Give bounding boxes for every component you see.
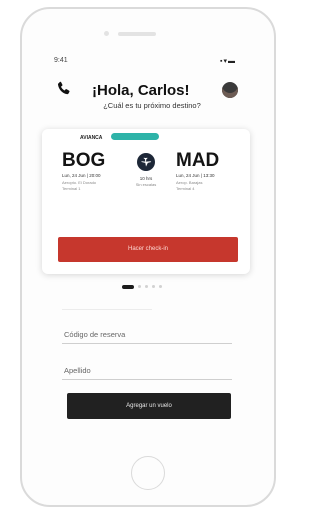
status-icons: ▪▾▬ — [220, 58, 236, 65]
status-time: 9:41 — [54, 57, 68, 64]
avatar[interactable] — [222, 82, 238, 98]
lastname-field[interactable]: Apellido — [64, 366, 91, 375]
checkin-button[interactable]: Hacer check-in — [58, 237, 238, 262]
lastname-underline — [62, 379, 232, 380]
front-camera — [104, 31, 109, 36]
carousel-dot-3[interactable] — [145, 285, 148, 288]
speaker-grille — [118, 32, 156, 36]
carousel-dot-5[interactable] — [159, 285, 162, 288]
reservation-code-field[interactable]: Código de reserva — [64, 330, 125, 339]
origin-code: BOG — [62, 150, 106, 171]
origin-terminal: Terminal 1 — [62, 186, 81, 191]
home-button[interactable] — [131, 456, 165, 490]
destination-airport: Aerop. Barajas — [176, 180, 203, 185]
status-badge — [111, 133, 159, 140]
origin-airport: Aeropto. El Dorado — [62, 180, 97, 185]
destination-terminal: Terminal 4 — [176, 186, 195, 191]
phone-icon[interactable] — [55, 80, 73, 98]
greeting-title: ¡Hola, Carlos! — [92, 82, 190, 99]
carousel-dot-2[interactable] — [138, 285, 141, 288]
form-divider — [62, 309, 152, 310]
add-flight-button[interactable]: Agregar un vuelo — [67, 393, 231, 419]
destination-code: MAD — [176, 150, 220, 171]
plane-icon — [137, 153, 155, 171]
airline-name: AVIANCA — [80, 135, 103, 141]
origin-datetime: Lun, 24 Jun | 20:00 — [62, 173, 101, 178]
greeting-subtitle: ¿Cuál es tu próximo destino? — [103, 101, 201, 110]
carousel-dot-1[interactable] — [122, 285, 134, 289]
flight-duration: 10 hrs — [139, 176, 153, 181]
carousel-dot-4[interactable] — [152, 285, 155, 288]
reservation-code-underline — [62, 343, 232, 344]
destination-datetime: Lun, 24 Jun | 13:30 — [176, 173, 215, 178]
flight-stops: Sin escalas — [135, 182, 157, 187]
